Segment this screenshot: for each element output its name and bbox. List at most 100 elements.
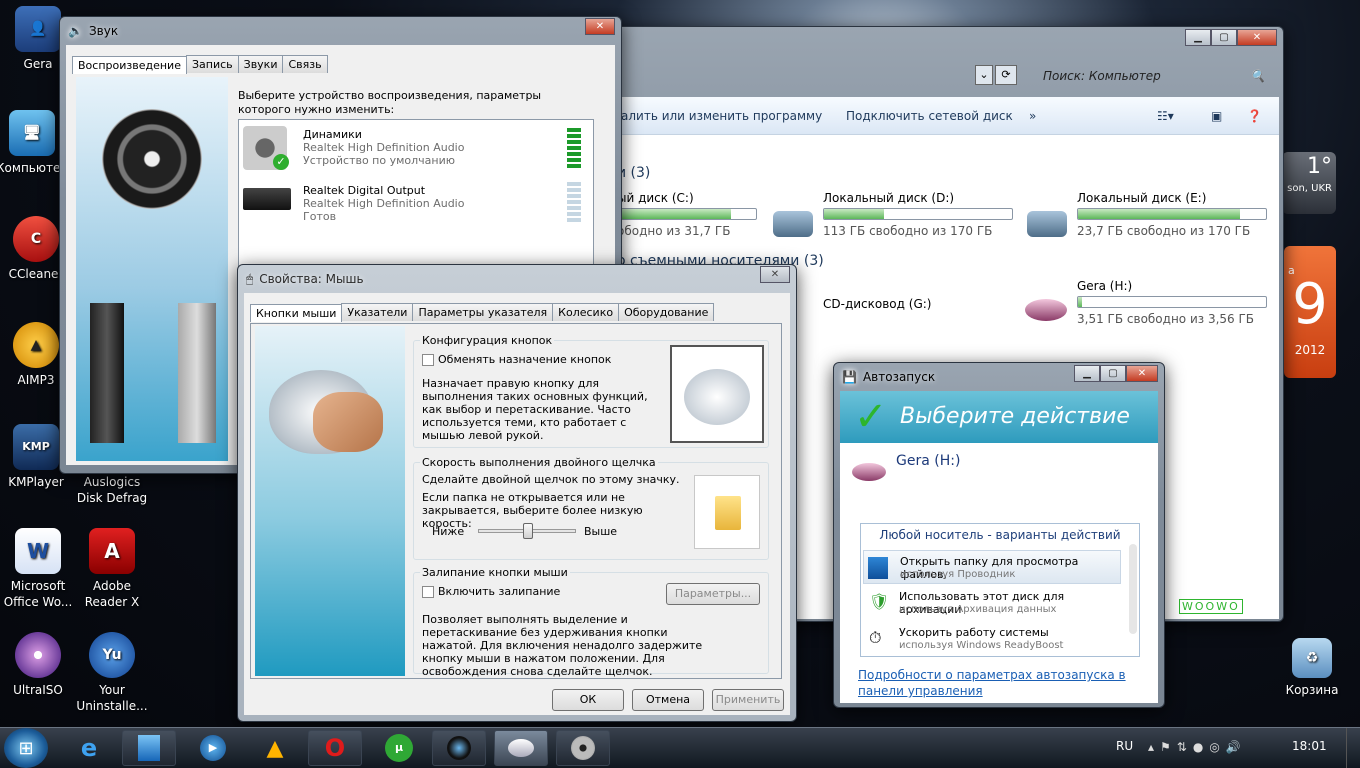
slider-thumb[interactable]: [523, 523, 533, 539]
desktop-icon-auslogics[interactable]: Auslogics Disk Defrag: [74, 474, 150, 506]
desktop-icon-your-uninstaller[interactable]: Yu Your Uninstalle...: [74, 632, 150, 714]
swap-buttons-checkbox[interactable]: Обменять назначение кнопок: [422, 353, 611, 366]
autoplay-option-open-folder[interactable]: Открыть папку для просмотра файлов, испо…: [863, 550, 1121, 584]
folder-icon: [138, 735, 160, 761]
taskbar-webcam[interactable]: [432, 730, 486, 766]
volume-icon[interactable]: 🔊: [1226, 740, 1241, 754]
tab-buttons[interactable]: Кнопки мыши: [250, 304, 343, 322]
refresh-button[interactable]: ⟳: [995, 65, 1017, 85]
usb-drive-gera[interactable]: Gera (H:) 3,51 ГБ свободно из 3,56 ГБ: [1077, 279, 1267, 326]
autoplay-settings-link[interactable]: Подробности о параметрах автозапуска в п…: [858, 667, 1144, 699]
desktop-icon-ultraiso[interactable]: UltraISO: [0, 632, 76, 698]
tab-recording[interactable]: Запись: [185, 55, 239, 73]
autoplay-body: ✓ Выберите действие Gera (H:) Любой носи…: [840, 391, 1158, 703]
ok-button[interactable]: ОК: [552, 689, 624, 711]
taskbar-ie[interactable]: e: [62, 730, 116, 766]
sound-close-button[interactable]: ✕: [585, 18, 615, 35]
tab-pointer-options[interactable]: Параметры указателя: [412, 303, 554, 321]
globe-icon[interactable]: ●: [1193, 740, 1203, 754]
autoplay-title: Автозапуск: [862, 370, 936, 384]
swap-description: Назначает правую кнопку для выполнения т…: [422, 377, 648, 442]
maximize-button[interactable]: ▢: [1100, 365, 1126, 382]
double-click-speed-label: Скорость выполнения двойного щелчка: [420, 456, 658, 469]
media-player-icon: ▶: [200, 735, 226, 761]
close-button[interactable]: ✕: [1126, 365, 1158, 382]
tab-hardware[interactable]: Оборудование: [618, 303, 715, 321]
taskbar-mouse[interactable]: [494, 730, 548, 766]
close-button[interactable]: ✕: [1237, 29, 1277, 46]
mouse-close-button[interactable]: ✕: [760, 266, 790, 283]
calendar-gadget[interactable]: а 9 2012: [1284, 246, 1336, 378]
autoplay-option-readyboost[interactable]: ⏱ Ускорить работу системы используя Wind…: [863, 622, 1121, 656]
device-item[interactable]: Realtek Digital Output Realtek High Defi…: [241, 178, 591, 228]
aimp-icon: ▲: [13, 322, 59, 368]
drive-c[interactable]: ый диск (C:) ободно из 31,7 ГБ: [617, 191, 757, 238]
mouse-tabs: Кнопки мыши Указатели Параметры указател…: [244, 303, 790, 322]
desktop-icon-adobe-reader[interactable]: A Adobe Reader X: [74, 528, 150, 610]
taskbar-explorer[interactable]: [122, 730, 176, 766]
mouse-icon: 🖱: [246, 271, 254, 286]
desktop-icon-recycle-bin[interactable]: ♻ Корзина: [1274, 638, 1350, 698]
start-button[interactable]: ⊞: [4, 728, 48, 768]
taskbar-aimp[interactable]: ▲: [248, 730, 302, 766]
tab-pointers[interactable]: Указатели: [341, 303, 414, 321]
usb-icon: 💾: [842, 370, 857, 384]
uninstall-program-button[interactable]: алить или изменить программу: [621, 97, 822, 135]
taskbar-media-player[interactable]: ▶: [186, 730, 240, 766]
network-icon[interactable]: ⇅: [1177, 740, 1187, 754]
calendar-year: 2012: [1294, 343, 1326, 357]
button-config-group: Конфигурация кнопок Обменять назначение …: [413, 334, 769, 448]
autoplay-window: 💾 Автозапуск ▁ ▢ ✕ ✓ Выберите действие G…: [833, 362, 1165, 708]
map-network-drive-button[interactable]: Подключить сетевой диск: [846, 97, 1013, 135]
tab-communications[interactable]: Связь: [282, 55, 328, 73]
taskbar-opera[interactable]: O: [308, 730, 362, 766]
autoplay-drive-name: Gera (H:): [896, 453, 961, 469]
preview-pane-icon[interactable]: ▣: [1211, 97, 1222, 135]
drive-d[interactable]: Локальный диск (D:) 113 ГБ свободно из 1…: [823, 191, 1013, 238]
view-options-icon[interactable]: ☷▾: [1157, 97, 1174, 135]
show-hidden-icons-icon[interactable]: ▴: [1148, 740, 1154, 754]
more-commands-button[interactable]: »: [1029, 97, 1036, 135]
calendar-day: 9: [1292, 272, 1328, 337]
maximize-button[interactable]: ▢: [1211, 29, 1237, 46]
click-lock-checkbox[interactable]: Включить залипание: [422, 585, 560, 598]
cancel-button[interactable]: Отмена: [632, 689, 704, 711]
test-folder-icon[interactable]: [694, 475, 760, 549]
language-indicator[interactable]: RU: [1116, 739, 1133, 753]
search-input[interactable]: Поиск: Компьютер 🔍: [1035, 65, 1271, 87]
drive-e[interactable]: Локальный диск (E:) 23,7 ГБ свободно из …: [1077, 191, 1267, 238]
sound-tabs: Воспроизведение Запись Звуки Связь: [66, 55, 615, 74]
weather-gadget[interactable]: 1° son, UKR: [1282, 152, 1336, 214]
usb-drive-icon: [852, 463, 886, 481]
autoplay-section-header: Любой носитель - варианты действий: [879, 528, 1121, 542]
cd-drive[interactable]: CD-дисковод (G:): [823, 297, 931, 311]
desktop-icon-word[interactable]: W Microsoft Office Wo...: [0, 528, 76, 610]
taskbar-sound[interactable]: [556, 730, 610, 766]
tab-wheel[interactable]: Колесико: [552, 303, 620, 321]
apply-button[interactable]: Применить: [712, 689, 784, 711]
mouse-tab-page: Конфигурация кнопок Обменять назначение …: [250, 323, 782, 679]
help-icon[interactable]: ❓: [1247, 97, 1262, 135]
clock[interactable]: 18:01: [1292, 739, 1327, 753]
woowo-logo: WOOWO: [1179, 599, 1243, 614]
double-click-speed-slider[interactable]: [478, 523, 576, 539]
mouse-title: Свойства: Мышь: [259, 272, 364, 286]
address-dropdown[interactable]: ⌄: [975, 65, 993, 85]
show-desktop-button[interactable]: [1346, 728, 1360, 768]
tab-playback[interactable]: Воспроизведение: [72, 56, 187, 74]
tab-sounds[interactable]: Звуки: [237, 55, 284, 73]
click-lock-settings-button[interactable]: Параметры...: [666, 583, 760, 605]
minimize-button[interactable]: ▁: [1074, 365, 1100, 382]
drive-e-free: 23,7 ГБ свободно из 170 ГБ: [1077, 224, 1251, 238]
flag-icon[interactable]: ⚑: [1160, 740, 1171, 754]
options-scrollbar[interactable]: [1129, 544, 1137, 634]
minimize-button[interactable]: ▁: [1185, 29, 1211, 46]
taskbar-utorrent[interactable]: µ: [372, 730, 426, 766]
command-bar: алить или изменить программу Подключить …: [561, 97, 1279, 135]
autoplay-option-backup[interactable]: 🛡 Использовать этот диск для архивации и…: [863, 586, 1121, 620]
click-lock-group: Залипание кнопки мыши Включить залипание…: [413, 566, 769, 678]
folder-icon: [868, 557, 888, 579]
connection-icon[interactable]: ◎: [1209, 740, 1219, 754]
device-item[interactable]: ✓ Динамики Realtek High Definition Audio…: [241, 122, 591, 176]
button-config-label: Конфигурация кнопок: [420, 334, 555, 347]
